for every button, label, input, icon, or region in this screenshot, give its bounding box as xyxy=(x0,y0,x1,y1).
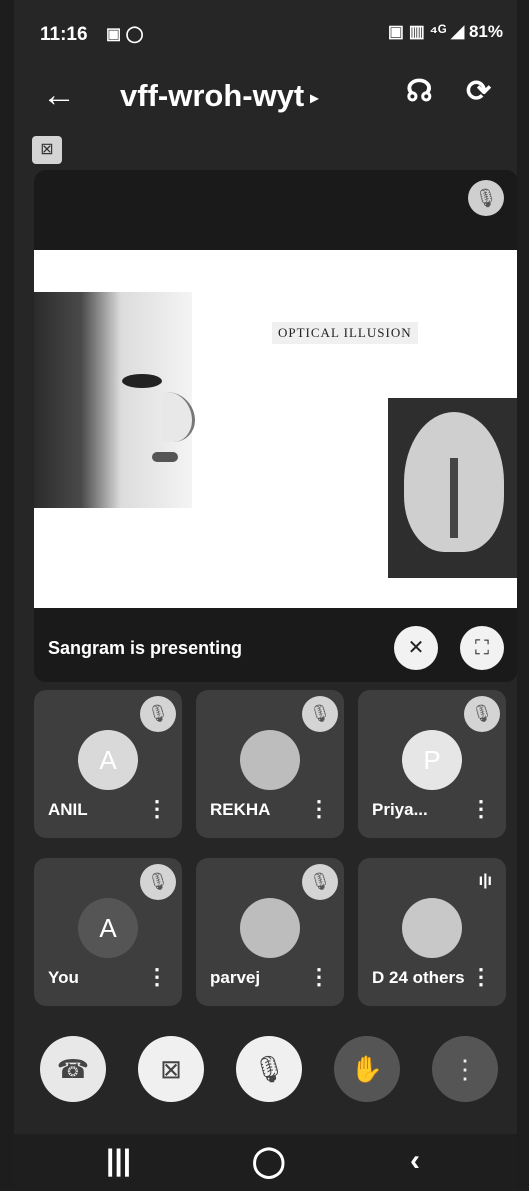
face-illusion-image xyxy=(34,292,195,508)
participant-name: parvej xyxy=(210,968,261,987)
slide-title: OPTICAL ILLUSION xyxy=(272,322,418,344)
tile-more-icon[interactable]: ⋮ xyxy=(308,964,330,990)
leaf-illusion-image xyxy=(388,398,517,578)
face-lip xyxy=(152,452,178,462)
face-nose xyxy=(162,392,195,442)
status-time: 11:16 xyxy=(40,24,88,45)
avatar xyxy=(240,730,300,790)
shared-slide: OPTICAL ILLUSION xyxy=(34,250,517,608)
participant-name: Priya... xyxy=(372,800,428,819)
tile-more-icon[interactable]: ⋮ xyxy=(470,796,492,822)
avatar xyxy=(240,898,300,958)
mic-muted-icon: 🎙 xyxy=(464,696,500,732)
audio-output-icon[interactable]: ☊ xyxy=(406,74,433,109)
system-nav-bar: ||| ◯ ‹ xyxy=(14,1134,517,1191)
participant-name: D 24 others xyxy=(372,968,465,987)
mic-muted-icon: 🎙 xyxy=(140,864,176,900)
leaf-stem xyxy=(450,458,458,538)
participant-tile[interactable]: A 🎙 You ⋮ xyxy=(34,858,182,1006)
tile-more-icon[interactable]: ⋮ xyxy=(146,964,168,990)
tile-more-icon[interactable]: ⋮ xyxy=(308,796,330,822)
status-bar: 11:16 ▣ ◯ ▣ ▥ ⁴ᴳ ◢ 81% xyxy=(14,0,517,58)
mic-muted-icon: 🎙 xyxy=(302,696,338,732)
back-nav-icon[interactable]: ‹ xyxy=(410,1144,420,1178)
participant-tile[interactable]: 🎙 REKHA ⋮ xyxy=(196,690,344,838)
signal-icons: ▣ ▥ ⁴ᴳ ◢ xyxy=(387,22,465,41)
meeting-title[interactable]: vff-wroh-wyt ▸ xyxy=(120,78,318,114)
participant-tile[interactable]: ı|ı D 24 others ⋮ xyxy=(358,858,506,1006)
audio-wave-icon: ı|ı xyxy=(478,872,492,889)
avatar: A xyxy=(78,898,138,958)
avatar: A xyxy=(78,730,138,790)
switch-camera-icon[interactable]: ⟳ xyxy=(466,74,491,109)
more-options-button[interactable]: ⋮ xyxy=(432,1036,498,1102)
participant-tile[interactable]: P 🎙 Priya... ⋮ xyxy=(358,690,506,838)
fullscreen-icon[interactable]: ⛶ xyxy=(460,626,504,670)
face-eye xyxy=(122,374,162,388)
status-left-icons: ▣ ◯ xyxy=(106,26,144,43)
presentation-stage: 🎙 OPTICAL ILLUSION Sangram is presenting… xyxy=(34,170,517,682)
participant-tile[interactable]: A 🎙 ANIL ⋮ xyxy=(34,690,182,838)
home-icon[interactable]: ◯ xyxy=(252,1144,286,1179)
participant-name: ANIL xyxy=(48,800,88,819)
presenter-mute-icon: 🎙 xyxy=(468,180,504,216)
unpin-icon[interactable]: ✕ xyxy=(394,626,438,670)
presenter-label: Sangram is presenting xyxy=(48,638,243,658)
expand-arrow-icon: ▸ xyxy=(310,89,319,107)
tile-more-icon[interactable]: ⋮ xyxy=(146,796,168,822)
back-arrow-icon[interactable]: ← xyxy=(42,76,76,115)
recents-icon[interactable]: ||| xyxy=(106,1144,131,1178)
screen-toggle-icon[interactable]: ⊠ xyxy=(32,136,62,164)
status-right: ▣ ▥ ⁴ᴳ ◢ 81% xyxy=(388,22,503,42)
end-call-button[interactable]: ☎ xyxy=(40,1036,106,1102)
meeting-code: vff-wroh-wyt xyxy=(120,78,305,113)
mic-muted-icon: 🎙 xyxy=(302,864,338,900)
avatar xyxy=(402,898,462,958)
raise-hand-button[interactable]: ✋ xyxy=(334,1036,400,1102)
participant-name: You xyxy=(48,968,79,987)
meeting-header: ← vff-wroh-wyt ▸ ☊ ⟳ xyxy=(14,62,517,132)
mic-off-button[interactable]: 🎙 xyxy=(236,1036,302,1102)
tile-more-icon[interactable]: ⋮ xyxy=(470,964,492,990)
participant-tile[interactable]: 🎙 parvej ⋮ xyxy=(196,858,344,1006)
battery-level: 81% xyxy=(468,22,503,41)
phone-screen: 11:16 ▣ ◯ ▣ ▥ ⁴ᴳ ◢ 81% ← vff-wroh-wyt ▸ ☊… xyxy=(14,0,517,1191)
participant-name: REKHA xyxy=(210,800,271,819)
mic-muted-icon: 🎙 xyxy=(140,696,176,732)
camera-off-button[interactable]: ⊠ xyxy=(138,1036,204,1102)
avatar: P xyxy=(402,730,462,790)
